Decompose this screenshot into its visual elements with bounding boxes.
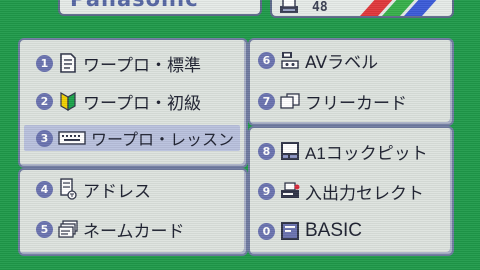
number-badge: 0 bbox=[258, 222, 275, 240]
status-count: 48 bbox=[312, 0, 328, 15]
menu-item-7[interactable]: 7 フリーカード bbox=[258, 88, 448, 114]
menu-item-label: A1コックピット bbox=[305, 143, 428, 163]
beginner-mark-icon bbox=[57, 91, 79, 111]
keyboard-icon bbox=[57, 128, 87, 148]
menu-item-label: BASIC bbox=[305, 220, 363, 241]
menu-item-label: ネームカード bbox=[83, 221, 185, 242]
menu-panel-address: 4 アドレス 5 ネームカード bbox=[18, 168, 248, 256]
name-cards-icon bbox=[57, 219, 79, 239]
io-printer-icon bbox=[279, 181, 301, 201]
menu-item-label: ワープロ・標準 bbox=[83, 55, 201, 76]
number-badge: 9 bbox=[258, 182, 275, 200]
free-cards-icon bbox=[279, 91, 301, 111]
menu-item-5[interactable]: 5 ネームカード bbox=[36, 216, 236, 242]
menu-item-3[interactable]: 3 ワープロ・レッスン bbox=[24, 125, 240, 151]
number-badge: 3 bbox=[36, 129, 53, 147]
menu-panel-cards: 6 AVラベル 7 フリーカード bbox=[248, 38, 454, 126]
number-badge: 5 bbox=[36, 220, 53, 238]
basic-computer-icon bbox=[279, 221, 301, 241]
number-badge: 8 bbox=[258, 142, 275, 160]
number-badge: 4 bbox=[36, 180, 53, 198]
status-panel: 48 bbox=[270, 0, 454, 18]
number-badge: 7 bbox=[258, 92, 275, 110]
number-badge: 2 bbox=[36, 92, 53, 110]
menu-item-0[interactable]: 0 BASIC bbox=[258, 218, 448, 244]
menu-item-label: フリーカード bbox=[305, 93, 407, 114]
menu-item-label: アドレス bbox=[83, 181, 151, 202]
menu-panel-system: 8 A1コックピット 9 入出力セレクト 0 BASIC bbox=[248, 126, 454, 256]
menu-item-2[interactable]: 2 ワープロ・初級 bbox=[36, 88, 236, 114]
document-icon bbox=[57, 53, 79, 73]
menu-item-label: 入出力セレクト bbox=[305, 183, 424, 204]
printer-status-icon bbox=[280, 0, 298, 13]
menu-item-1[interactable]: 1 ワープロ・標準 bbox=[36, 50, 236, 76]
address-book-icon bbox=[57, 178, 79, 200]
cockpit-computer-icon bbox=[279, 141, 301, 161]
menu-item-label: ワープロ・初級 bbox=[83, 93, 201, 114]
menu-item-4[interactable]: 4 アドレス bbox=[36, 176, 236, 202]
menu-item-label: ワープロ・レッスン bbox=[91, 130, 235, 149]
menu-item-6[interactable]: 6 AVラベル bbox=[258, 47, 448, 73]
number-badge: 6 bbox=[258, 51, 275, 69]
menu-item-8[interactable]: 8 A1コックピット bbox=[258, 138, 448, 164]
menu-item-9[interactable]: 9 入出力セレクト bbox=[258, 178, 448, 204]
color-stripes-icon bbox=[360, 0, 437, 16]
av-label-icon bbox=[279, 50, 301, 70]
brand-logo: Panasonic bbox=[70, 0, 199, 11]
menu-panel-wordpro: 1 ワープロ・標準 2 ワープロ・初級 3 ワープロ・レッスン bbox=[18, 38, 248, 168]
number-badge: 1 bbox=[36, 54, 53, 72]
brand-panel: Panasonic bbox=[58, 0, 262, 16]
menu-item-label: AVラベル bbox=[305, 52, 379, 73]
